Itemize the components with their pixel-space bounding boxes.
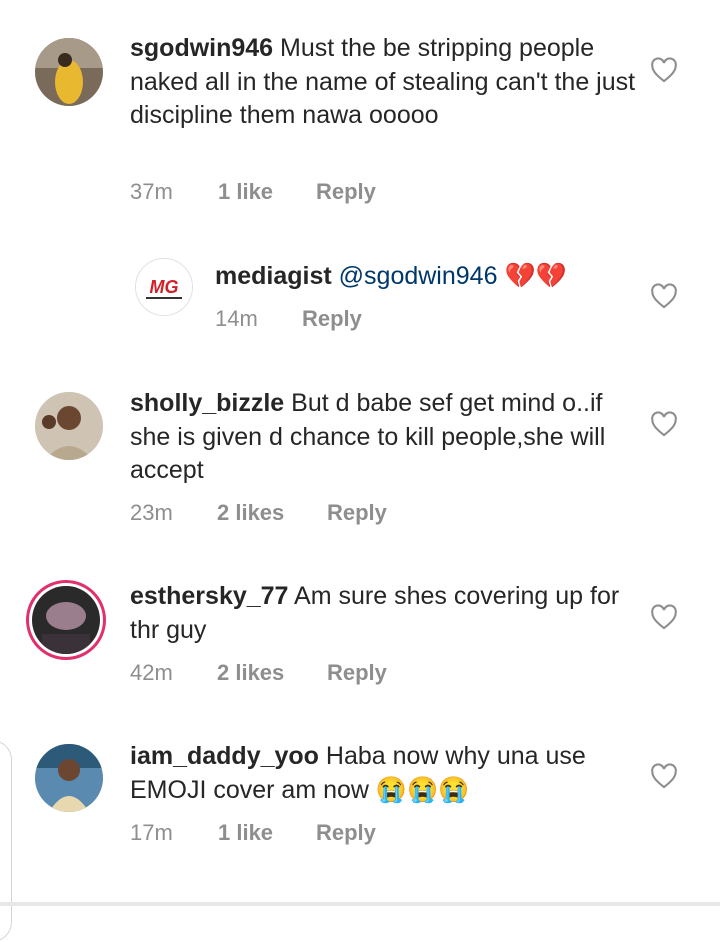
comment-body: mediagist @sgodwin946 💔💔 [215, 260, 635, 294]
comment-likes[interactable]: 2 likes [217, 500, 327, 526]
comment-meta: 14m Reply [215, 306, 362, 332]
reply-button[interactable]: Reply [316, 179, 376, 205]
comment-likes[interactable]: 1 like [218, 179, 316, 205]
comment-meta: 17m 1 like Reply [130, 820, 376, 846]
comment-time: 37m [130, 179, 173, 204]
comment-username[interactable]: mediagist [215, 262, 332, 290]
heart-outline-icon[interactable] [650, 763, 678, 789]
comment-likes[interactable]: 2 likes [217, 660, 327, 686]
comment-username[interactable]: sholly_bizzle [130, 389, 284, 417]
mediagist-logo: MG [150, 277, 179, 297]
avatar-iam_daddy_yoo[interactable] [35, 744, 103, 812]
comment-emoji: 💔💔 [504, 262, 567, 290]
heart-outline-icon[interactable] [650, 411, 678, 437]
heart-outline-icon[interactable] [650, 283, 678, 309]
comment-time: 42m [130, 660, 173, 685]
comment-body: sholly_bizzle But d babe sef get mind o.… [130, 387, 610, 488]
avatar-sholly_bizzle[interactable] [35, 392, 103, 460]
comment-body: esthersky_77 Am sure shes covering up fo… [130, 580, 630, 647]
reply-button[interactable]: Reply [302, 306, 362, 332]
heart-outline-icon[interactable] [650, 57, 678, 83]
comment-time: 17m [130, 820, 173, 845]
reply-button[interactable]: Reply [316, 820, 376, 846]
comment-username[interactable]: esthersky_77 [130, 582, 288, 610]
comment-time: 23m [130, 500, 173, 525]
comment-time: 14m [215, 306, 258, 331]
comment-body: sgodwin946 Must the be stripping people … [130, 32, 640, 133]
bottom-divider [0, 902, 720, 906]
comment-mention[interactable]: @sgodwin946 [339, 262, 498, 290]
comment-meta: 42m 2 likes Reply [130, 660, 387, 686]
comment-username[interactable]: sgodwin946 [130, 34, 273, 62]
heart-outline-icon[interactable] [650, 604, 678, 630]
reply-button[interactable]: Reply [327, 500, 387, 526]
comment-likes[interactable]: 1 like [218, 820, 316, 846]
reply-button[interactable]: Reply [327, 660, 387, 686]
comment-emoji: 😭😭😭 [375, 775, 470, 804]
avatar-mediagist[interactable]: MG [135, 258, 193, 316]
comment-username[interactable]: iam_daddy_yoo [130, 742, 319, 770]
comment-meta: 23m 2 likes Reply [130, 500, 387, 526]
keyboard-edge [0, 740, 12, 942]
avatar-sgodwin946[interactable] [35, 38, 103, 106]
comment-meta: 37m 1 like Reply [130, 179, 376, 205]
comment-body: iam_daddy_yoo Haba now why una use EMOJI… [130, 740, 630, 807]
avatar-esthersky_77[interactable] [32, 586, 100, 654]
